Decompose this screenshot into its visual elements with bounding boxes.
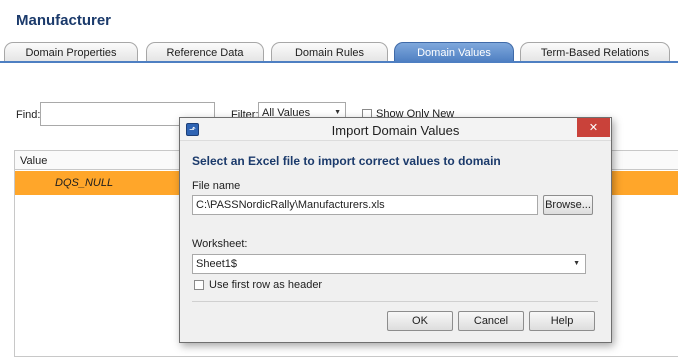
tab-reference-data[interactable]: Reference Data	[146, 42, 264, 62]
file-name-label: File name	[192, 180, 241, 192]
tab-bar: Domain Properties Reference Data Domain …	[0, 40, 678, 62]
find-label: Find:	[16, 109, 41, 121]
file-name-field[interactable]: C:\PASSNordicRally\Manufacturers.xls	[192, 195, 538, 215]
tab-term-based-relations[interactable]: Term-Based Relations	[520, 42, 670, 62]
tab-domain-values[interactable]: Domain Values	[394, 42, 514, 62]
use-first-row-checkbox[interactable]	[194, 280, 204, 290]
worksheet-select-value: Sheet1$	[196, 258, 237, 270]
cancel-button[interactable]: Cancel	[458, 311, 524, 331]
worksheet-label: Worksheet:	[192, 238, 248, 250]
tab-domain-properties[interactable]: Domain Properties	[4, 42, 138, 62]
table-cell-value: DQS_NULL	[55, 177, 114, 189]
help-button[interactable]: Help	[529, 311, 595, 331]
import-domain-values-dialog: ⬏ Import Domain Values ✕ Select an Excel…	[179, 117, 612, 343]
close-button[interactable]: ✕	[577, 118, 610, 137]
chevron-down-icon: ▼	[573, 260, 580, 267]
dialog-title-bar: ⬏ Import Domain Values ✕	[180, 118, 611, 141]
chevron-down-icon: ▼	[334, 109, 341, 116]
tab-underline	[0, 61, 678, 63]
use-first-row-label: Use first row as header	[209, 279, 323, 291]
worksheet-select[interactable]: Sheet1$ ▼	[192, 254, 586, 274]
tab-domain-rules[interactable]: Domain Rules	[271, 42, 388, 62]
browse-button[interactable]: Browse...	[543, 195, 593, 215]
page-title: Manufacturer	[16, 12, 112, 29]
divider	[192, 301, 598, 302]
column-header-value[interactable]: Value	[20, 155, 47, 167]
close-icon: ✕	[588, 122, 599, 134]
dialog-title: Import Domain Values	[331, 123, 460, 138]
dialog-heading: Select an Excel file to import correct v…	[192, 154, 501, 168]
ok-button[interactable]: OK	[387, 311, 453, 331]
